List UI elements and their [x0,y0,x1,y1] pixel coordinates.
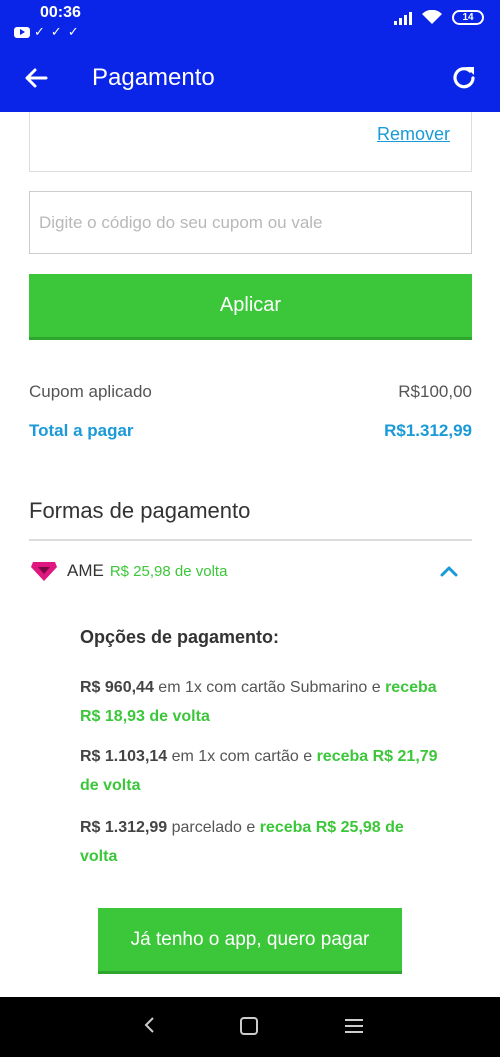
nav-home-icon[interactable] [240,1017,258,1035]
remove-coupon-link[interactable]: Remover [377,124,450,145]
coupon-applied-label: Cupom aplicado [29,382,152,401]
wifi-icon [422,10,442,24]
navigation-bar [0,997,500,1057]
check-icon: ✓ [34,24,47,39]
option-text: em 1x com cartão Submarino e [153,679,386,696]
refresh-button[interactable] [448,62,480,94]
notification-icons: ✓ ✓ ✓ [14,24,81,40]
coupon-applied-row: Cupom aplicado R$100,00 [29,382,472,402]
battery-icon: 14 [452,10,484,25]
nav-menu-icon[interactable] [345,1019,363,1033]
coupon-code-input[interactable] [29,191,472,254]
total-value: R$1.312,99 [384,421,472,440]
app-bar: Pagamento [0,44,500,112]
option-price: R$ 960,44 [80,679,154,696]
payment-options-title: Opções de pagamento: [80,627,280,647]
signal-icon [394,11,412,25]
system-icons: 14 [394,10,484,25]
coupon-applied-value: R$100,00 [398,382,472,401]
back-arrow-icon [25,68,48,88]
check-icon: ✓ [50,24,64,39]
payment-option-1: R$ 960,44 em 1x com cartão Submarino e r… [80,673,440,731]
pay-with-app-button[interactable]: Já tenho o app, quero pagar [98,908,402,974]
payment-option-2: R$ 1.103,14 em 1x com cartão e receba R$… [80,742,440,800]
option-text: em 1x com cartão e [167,748,317,765]
payment-option-3: R$ 1.312,99 parcelado e receba R$ 25,98 … [80,813,440,871]
applied-coupon-card: Remover [29,112,472,172]
ame-name: AME [67,561,104,580]
option-price: R$ 1.103,14 [80,748,168,765]
back-button[interactable] [20,62,52,94]
total-label: Total a pagar [29,421,134,440]
nav-back-icon[interactable] [140,1015,160,1035]
chevron-up-icon[interactable] [438,560,460,582]
apply-coupon-button[interactable]: Aplicar [29,274,472,340]
ame-payment-option[interactable]: AME R$ 25,98 de volta [29,556,472,586]
youtube-icon [14,26,30,38]
status-bar: 00:36 ✓ ✓ ✓ 14 [0,0,500,44]
refresh-icon [453,67,475,89]
ame-heart-icon [31,562,57,581]
total-row: Total a pagar R$1.312,99 [29,421,472,441]
ame-cashback: R$ 25,98 de volta [109,562,228,580]
divider [29,539,472,541]
option-text: parcelado e [167,819,260,836]
status-time: 00:36 [40,4,81,21]
option-price: R$ 1.312,99 [80,819,168,836]
payment-methods-title: Formas de pagamento [29,498,251,523]
page-title: Pagamento [92,64,215,91]
check-icon: ✓ [67,24,81,39]
